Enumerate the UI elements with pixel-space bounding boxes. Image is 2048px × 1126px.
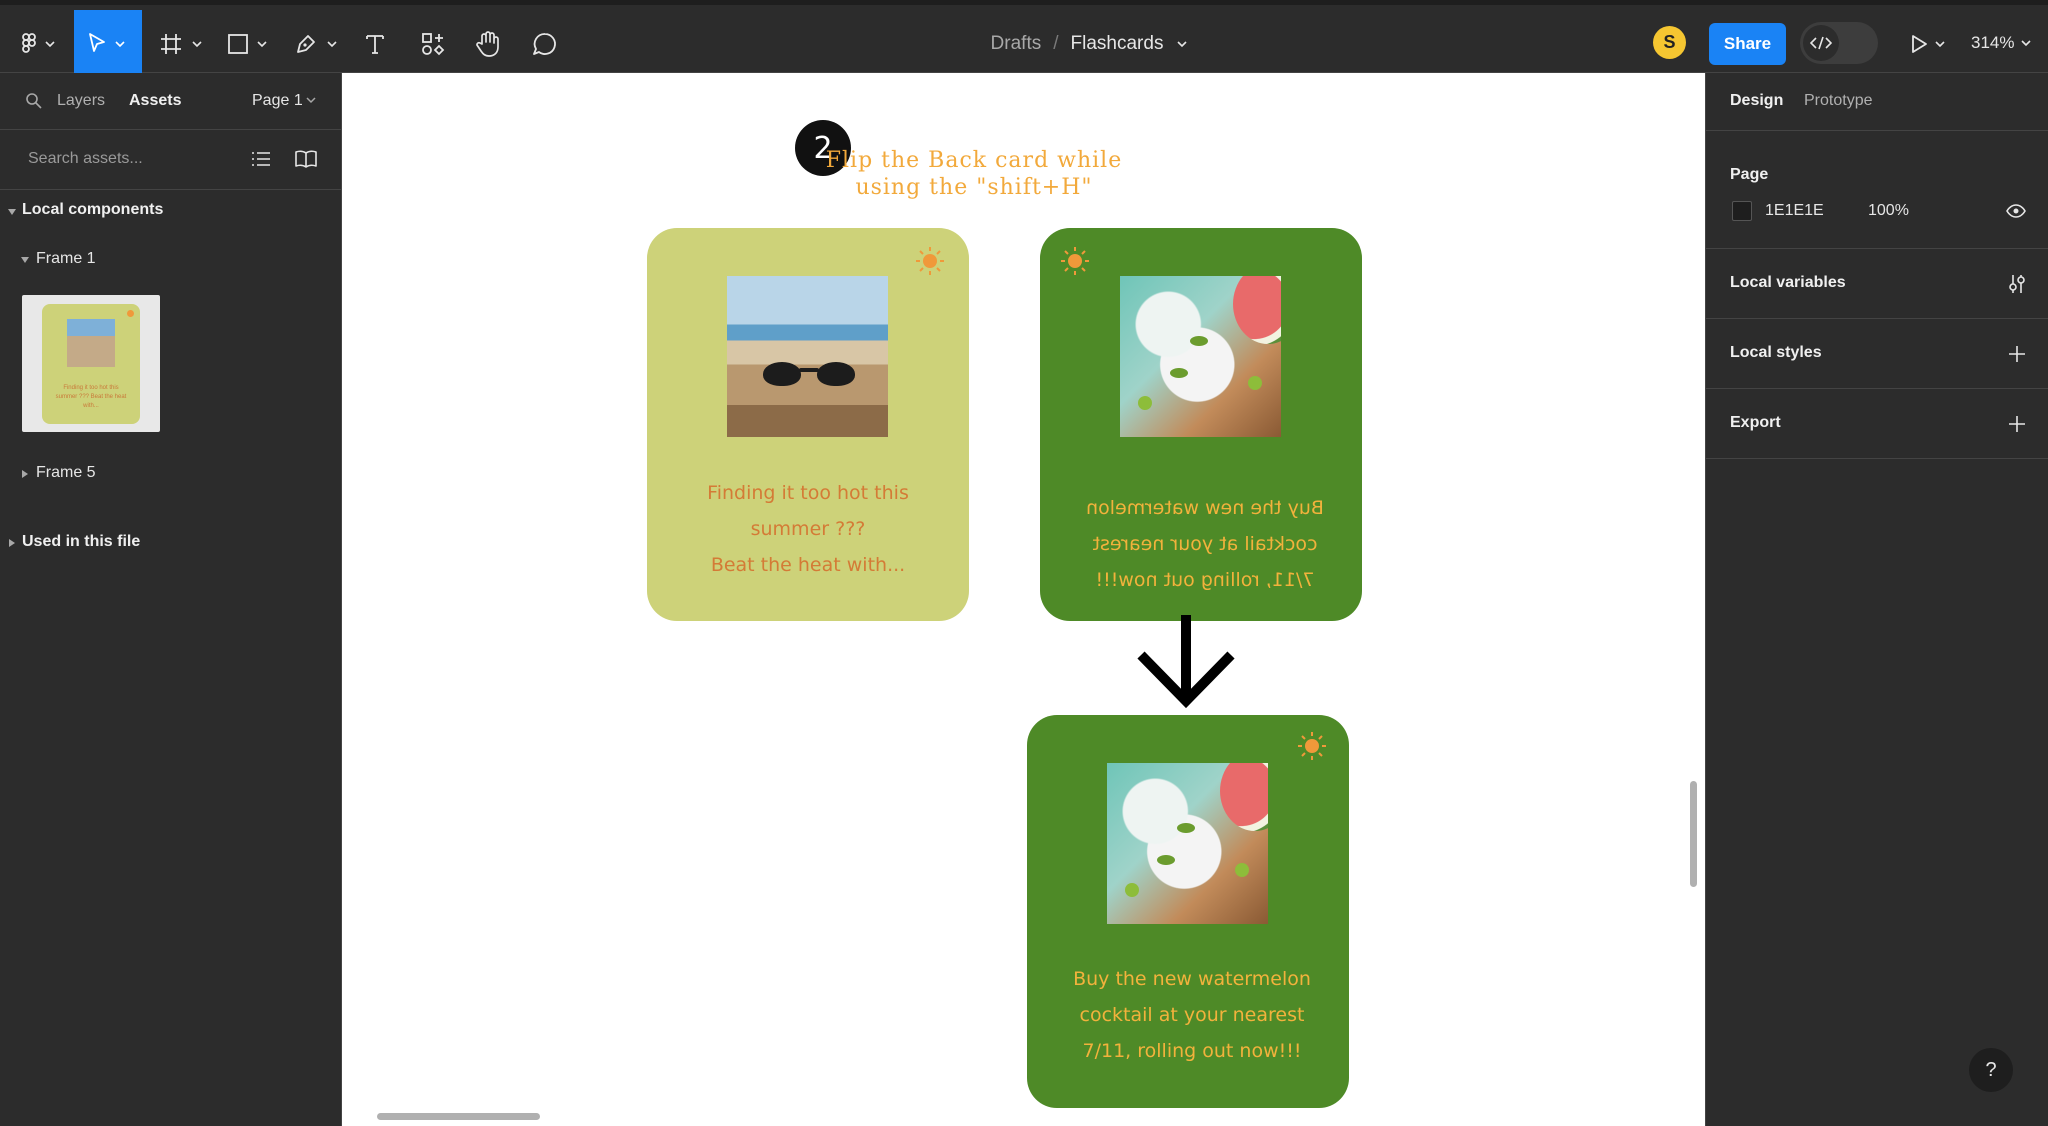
collapse-triangle-icon[interactable] — [7, 538, 17, 548]
text-icon — [366, 34, 384, 54]
beach-sunglasses-image — [727, 276, 888, 437]
file-name[interactable]: Flashcards — [1071, 33, 1164, 55]
dev-mode-toggle[interactable] — [1800, 22, 1878, 64]
page-section: Page — [1706, 131, 2048, 249]
page-section-title: Page — [1730, 166, 1769, 183]
frame-icon — [161, 33, 202, 54]
chevron-down-icon[interactable] — [1175, 39, 1189, 49]
sunglasses-shape — [763, 362, 855, 388]
add-icon[interactable] — [2007, 344, 2027, 364]
frame-tool-button[interactable] — [156, 10, 208, 77]
code-icon — [1803, 25, 1839, 61]
watermelon-cocktail-image — [1107, 763, 1268, 924]
main-menu-button[interactable] — [16, 10, 62, 77]
tab-prototype[interactable]: Prototype — [1804, 92, 1872, 110]
comment-tool-button[interactable] — [530, 10, 560, 77]
thumbnail-text: Finding it too hot this summer ??? Beat … — [55, 385, 127, 409]
resources-button[interactable] — [418, 10, 448, 77]
tab-design[interactable]: Design — [1730, 92, 1783, 110]
frame-5-group[interactable]: Frame 5 — [36, 464, 96, 482]
watermelon-cocktail-image — [1120, 276, 1281, 437]
local-styles-title[interactable]: Local styles — [1730, 344, 1822, 362]
add-icon[interactable] — [2007, 414, 2027, 434]
pen-tool-button[interactable] — [292, 10, 342, 77]
thumbnail-card: Finding it too hot this summer ??? Beat … — [42, 304, 140, 424]
file-breadcrumb: Drafts / Flashcards — [860, 10, 1320, 77]
arrow-down-icon — [1137, 615, 1235, 709]
expand-triangle-icon[interactable] — [7, 207, 17, 217]
play-icon — [1912, 34, 1945, 53]
hand-icon — [476, 30, 499, 57]
search-icon[interactable] — [25, 92, 43, 110]
rectangle-icon — [228, 33, 267, 54]
sun-icon — [1298, 732, 1326, 760]
vertical-scrollbar[interactable] — [1690, 781, 1697, 887]
flashcard-back[interactable]: Buy the new watermelon cocktail at your … — [1027, 715, 1349, 1108]
local-styles-section: Local styles — [1706, 319, 2048, 389]
text-tool-button[interactable] — [360, 10, 390, 77]
expand-triangle-icon[interactable] — [20, 255, 30, 265]
sun-icon — [916, 247, 944, 275]
frame-1-group[interactable]: Frame 1 — [36, 250, 96, 268]
tab-layers[interactable]: Layers — [57, 92, 105, 110]
pen-icon — [297, 34, 337, 53]
flashcard-back-mirrored[interactable]: Buy the new watermelon cocktail at your … — [1040, 228, 1362, 621]
sun-icon — [127, 310, 134, 317]
user-avatar[interactable]: S — [1653, 26, 1686, 59]
page-color-swatch[interactable] — [1732, 201, 1752, 221]
design-canvas[interactable]: 2 Flip the Back card while using the "sh… — [342, 73, 1705, 1126]
library-icon[interactable] — [294, 150, 318, 168]
collapse-triangle-icon[interactable] — [20, 469, 30, 479]
used-in-file-header[interactable]: Used in this file — [22, 533, 140, 551]
top-toolbar: Drafts / Flashcards S Share 314% — [0, 0, 2048, 77]
search-assets-input[interactable]: Search assets... — [28, 150, 143, 168]
share-button[interactable]: Share — [1709, 23, 1786, 65]
back-card-text: Buy the new watermelon cocktail at your … — [1073, 968, 1311, 1062]
front-card-text: Finding it too hot this summer ??? Beat … — [707, 482, 909, 576]
left-sidebar: Layers Assets Page 1 Search assets... Lo… — [0, 73, 342, 1126]
sun-icon — [1061, 247, 1089, 275]
variables-settings-icon[interactable] — [2007, 273, 2027, 295]
tab-assets[interactable]: Assets — [129, 92, 181, 110]
page-color-value[interactable]: 1E1E1E — [1765, 202, 1824, 220]
figma-logo-icon — [22, 32, 55, 53]
step-instruction: Flip the Back card while using the "shif… — [825, 148, 1123, 200]
right-panel-tabs: Design Prototype — [1706, 73, 2048, 131]
list-view-icon[interactable] — [251, 150, 271, 168]
comment-icon — [533, 32, 556, 55]
cursor-icon — [89, 32, 125, 52]
breadcrumb-drafts[interactable]: Drafts — [991, 33, 1042, 55]
chevron-down-icon — [2021, 40, 2032, 47]
local-components-header[interactable]: Local components — [22, 201, 163, 219]
left-panel-tabs: Layers Assets Page 1 — [0, 73, 341, 130]
thumbnail-photo — [67, 319, 115, 367]
help-button[interactable]: ? — [1969, 1048, 2013, 1092]
back-card-mirrored-text: Buy the new watermelon cocktail at your … — [1086, 497, 1324, 591]
components-icon — [422, 32, 445, 55]
asset-search-row: Search assets... — [0, 130, 341, 190]
zoom-control[interactable]: 314% — [1971, 27, 2032, 59]
chevron-down-icon[interactable] — [305, 95, 317, 105]
move-tool-button[interactable] — [74, 10, 142, 77]
flashcard-front[interactable]: Finding it too hot this summer ??? Beat … — [647, 228, 969, 621]
zoom-level: 314% — [1971, 33, 2015, 52]
horizontal-scrollbar[interactable] — [377, 1113, 540, 1120]
right-sidebar: Design Prototype Page 1E1E1E 100% Local … — [1705, 73, 2048, 1126]
page-opacity-value[interactable]: 100% — [1868, 202, 1909, 220]
eye-icon[interactable] — [2006, 204, 2026, 218]
frame-1-component-thumbnail[interactable]: Finding it too hot this summer ??? Beat … — [22, 295, 160, 432]
breadcrumb-separator: / — [1053, 32, 1059, 54]
local-variables-title[interactable]: Local variables — [1730, 274, 1846, 292]
shape-tool-button[interactable] — [224, 10, 274, 77]
local-variables-section: Local variables — [1706, 249, 2048, 319]
present-button[interactable] — [1906, 10, 1950, 77]
export-section: Export — [1706, 389, 2048, 459]
export-title[interactable]: Export — [1730, 414, 1781, 432]
hand-tool-button[interactable] — [474, 10, 504, 77]
page-selector[interactable]: Page 1 — [252, 92, 303, 110]
